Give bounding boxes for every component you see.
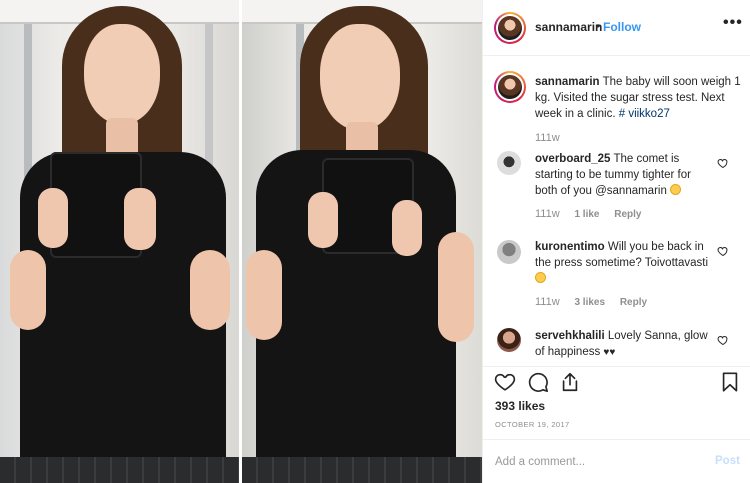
- black-hearts-emoji: ♥♥: [603, 347, 616, 358]
- comment-like-icon[interactable]: [717, 245, 729, 257]
- caption-username[interactable]: sannamarin: [535, 76, 600, 88]
- more-icon[interactable]: •••: [723, 14, 743, 32]
- post-button[interactable]: Post: [715, 455, 740, 467]
- comment-timestamp[interactable]: 111w: [535, 208, 560, 220]
- share-icon[interactable]: [559, 371, 581, 393]
- comment-like-icon[interactable]: [717, 157, 729, 169]
- photo-right: [242, 0, 482, 483]
- comment-meta: 111w 3 likes Reply: [535, 296, 647, 308]
- post-photo[interactable]: [0, 0, 482, 483]
- comments-list[interactable]: sannamarin The baby will soon weigh 1 kg…: [483, 57, 750, 365]
- post-actions: 393 likes October 19, 2017 Post: [483, 366, 750, 483]
- caption-avatar[interactable]: [494, 71, 526, 103]
- smile-emoji-icon: [535, 272, 546, 283]
- commenter-avatar[interactable]: [497, 240, 521, 264]
- heart-icon[interactable]: [494, 371, 516, 393]
- reply-button[interactable]: Reply: [614, 209, 641, 220]
- comment-input[interactable]: [495, 453, 695, 471]
- comment-username[interactable]: servehkhalili: [535, 330, 605, 342]
- follow-button[interactable]: Follow: [603, 20, 641, 34]
- comment-item: overboard_25 The comet is starting to be…: [535, 151, 715, 199]
- comment-username[interactable]: kuronentimo: [535, 241, 605, 253]
- comment-timestamp[interactable]: 111w: [535, 296, 560, 308]
- separator-dot: •: [596, 19, 601, 33]
- comment-meta: 111w 1 like Reply: [535, 208, 642, 220]
- comment-likes[interactable]: 1 like: [574, 209, 599, 220]
- add-comment-bar: Post: [483, 439, 750, 483]
- comment-icon[interactable]: [527, 371, 549, 393]
- comment-item: kuronentimo Will you be back in the pres…: [535, 239, 715, 287]
- bookmark-icon[interactable]: [719, 371, 741, 393]
- header-username[interactable]: sannamarin: [535, 20, 602, 34]
- post-date[interactable]: October 19, 2017: [495, 420, 570, 429]
- caption-timestamp[interactable]: 111w: [535, 132, 560, 144]
- caption: sannamarin The baby will soon weigh 1 kg…: [535, 74, 741, 122]
- commenter-avatar[interactable]: [497, 151, 521, 175]
- reply-button[interactable]: Reply: [620, 297, 647, 308]
- comment-item: servehkhalili Lovely Sanna, glow of happ…: [535, 328, 715, 361]
- comment-likes[interactable]: 3 likes: [574, 297, 605, 308]
- post-sidebar: sannamarin • Follow ••• sannamarin The b…: [482, 0, 750, 483]
- comment-username[interactable]: overboard_25: [535, 153, 610, 165]
- smile-emoji-icon: [670, 184, 682, 195]
- hashtag-link[interactable]: # viikko27: [619, 108, 670, 120]
- likes-count[interactable]: 393 likes: [495, 399, 545, 413]
- comment-like-icon[interactable]: [717, 334, 729, 346]
- post-header: sannamarin • Follow •••: [483, 0, 750, 56]
- photo-left: [0, 0, 239, 483]
- commenter-avatar[interactable]: [497, 328, 521, 352]
- avatar[interactable]: [494, 12, 526, 44]
